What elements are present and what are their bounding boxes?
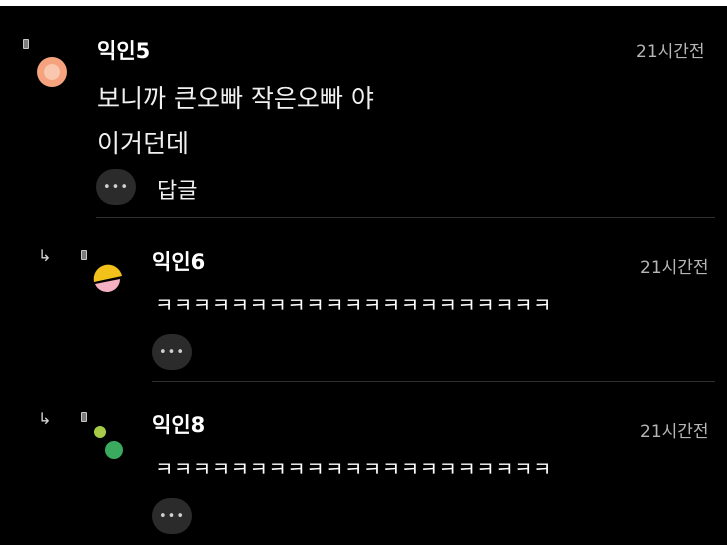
reply-text: ㅋㅋㅋㅋㅋㅋㅋㅋㅋㅋㅋㅋㅋㅋㅋㅋㅋㅋㅋㅋㅋ (155, 457, 552, 481)
reply-username: 익인6 (152, 250, 206, 274)
comment-username: 익인5 (97, 39, 151, 63)
reply-arrow-icon: ↳ (38, 409, 52, 428)
avatar[interactable] (90, 262, 126, 298)
more-options-button[interactable]: ••• (96, 169, 136, 205)
divider (152, 381, 715, 382)
more-options-button[interactable]: ••• (152, 334, 192, 370)
author-badge-icon (81, 412, 87, 422)
reply-button[interactable]: 답글 (157, 173, 197, 205)
reply-username: 익인8 (152, 413, 206, 437)
reply-timestamp: 21시간전 (640, 258, 709, 278)
author-badge-icon (23, 39, 29, 49)
more-options-button[interactable]: ••• (152, 498, 192, 534)
comment-text-line: 이거던데 (97, 129, 190, 158)
reply-timestamp: 21시간전 (640, 422, 709, 442)
ellipsis-icon: ••• (158, 344, 185, 360)
comment-text-line: 보니까 큰오빠 작은오빠 야 (97, 84, 374, 113)
reply-arrow-icon: ↳ (38, 246, 52, 265)
reply-text: ㅋㅋㅋㅋㅋㅋㅋㅋㅋㅋㅋㅋㅋㅋㅋㅋㅋㅋㅋㅋㅋ (155, 293, 552, 317)
divider (96, 217, 715, 218)
avatar[interactable] (90, 424, 128, 464)
comment-thread: 익인5 21시간전 보니까 큰오빠 작은오빠 야 이거던데 ••• 답글 ↳ 익… (0, 6, 727, 545)
author-badge-icon (81, 250, 87, 260)
comment-timestamp: 21시간전 (636, 42, 705, 62)
ellipsis-icon: ••• (102, 179, 129, 195)
ellipsis-icon: ••• (158, 508, 185, 524)
avatar[interactable] (36, 56, 68, 88)
